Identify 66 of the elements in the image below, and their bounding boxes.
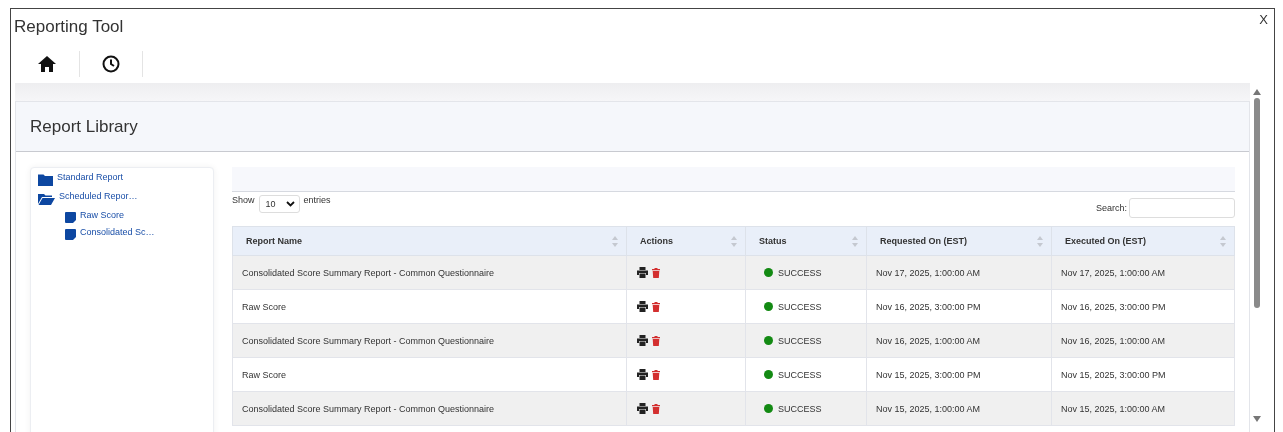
status-text: SUCCESS xyxy=(778,369,822,380)
print-icon[interactable] xyxy=(637,335,648,347)
status-dot xyxy=(764,404,773,414)
status-text: SUCCESS xyxy=(778,403,822,414)
table-cell: Nov 16, 2025, 1:00:00 AM xyxy=(1051,323,1235,358)
table-cell: Consolidated Score Summary Report - Common Questionnaire xyxy=(232,323,627,358)
history-button[interactable] xyxy=(102,51,143,77)
tree-item[interactable]: Standard Report xyxy=(38,170,213,189)
tree-item[interactable]: Raw Score xyxy=(38,208,213,225)
sort-icon xyxy=(731,236,737,247)
column-header[interactable]: Report Name xyxy=(232,226,627,256)
trash-icon[interactable] xyxy=(652,403,660,414)
sort-icon xyxy=(1037,236,1043,247)
entries-select[interactable]: 10 xyxy=(258,195,300,213)
table-cell: Consolidated Score Summary Report - Common Questionnaire xyxy=(232,391,627,426)
column-header[interactable]: Executed On (EST) xyxy=(1051,226,1235,256)
status-dot xyxy=(764,268,773,278)
trash-icon[interactable] xyxy=(652,335,660,346)
trash-icon[interactable] xyxy=(652,301,660,312)
table-cell: Nov 17, 2025, 1:00:00 AM xyxy=(866,255,1052,290)
report-icon xyxy=(65,229,76,240)
table-cell: Nov 15, 2025, 3:00:00 PM xyxy=(1051,357,1235,392)
sort-icon xyxy=(852,236,858,247)
report-icon xyxy=(65,212,76,223)
tree-item[interactable]: Scheduled Repor… xyxy=(38,189,213,208)
table-cell: Nov 17, 2025, 1:00:00 AM xyxy=(1051,255,1235,290)
status-text: SUCCESS xyxy=(778,335,822,346)
print-icon[interactable] xyxy=(637,301,648,313)
close-button[interactable]: X xyxy=(1259,12,1268,27)
window-title: Reporting Tool xyxy=(14,17,124,37)
panel-title: Report Library xyxy=(30,116,138,137)
sort-icon xyxy=(1220,236,1226,247)
table-cell: Raw Score xyxy=(232,289,627,324)
table-cell: Consolidated Score Summary Report - Common Questionnaire xyxy=(232,255,627,290)
search-label: Search: xyxy=(1095,203,1127,213)
status-text: SUCCESS xyxy=(778,301,822,312)
scroll-up-icon[interactable] xyxy=(1253,89,1261,95)
status-text: SUCCESS xyxy=(778,267,822,278)
table-cell: Nov 16, 2025, 3:00:00 PM xyxy=(1051,289,1235,324)
table-cell: Raw Score xyxy=(232,357,627,392)
print-icon[interactable] xyxy=(637,403,648,415)
print-icon[interactable] xyxy=(637,369,648,381)
table-cell: Nov 15, 2025, 1:00:00 AM xyxy=(866,391,1052,426)
status-dot xyxy=(764,336,773,346)
print-icon[interactable] xyxy=(637,267,648,279)
tree-item[interactable]: Consolidated Sc… xyxy=(38,225,213,242)
entries-label: entries xyxy=(303,195,331,205)
status-dot xyxy=(764,370,773,380)
scrollbar-thumb[interactable] xyxy=(1254,98,1260,308)
column-header[interactable]: Requested On (EST) xyxy=(866,226,1052,256)
clock-icon xyxy=(102,55,120,73)
home-icon xyxy=(37,55,57,73)
status-dot xyxy=(764,302,773,312)
trash-icon[interactable] xyxy=(652,267,660,278)
scroll-down-icon[interactable] xyxy=(1253,416,1261,422)
search-field[interactable] xyxy=(1129,198,1235,218)
table-cell: Nov 15, 2025, 1:00:00 AM xyxy=(1051,391,1235,426)
column-header[interactable]: Actions xyxy=(626,226,746,256)
table-cell: Nov 16, 2025, 1:00:00 AM xyxy=(866,323,1052,358)
sort-icon xyxy=(612,236,618,247)
show-label: Show xyxy=(232,195,255,205)
trash-icon[interactable] xyxy=(652,369,660,380)
table-cell: Nov 16, 2025, 3:00:00 PM xyxy=(866,289,1052,324)
column-header[interactable]: Status xyxy=(745,226,867,256)
chevron-icon xyxy=(285,201,295,207)
table-cell: Nov 15, 2025, 3:00:00 PM xyxy=(866,357,1052,392)
